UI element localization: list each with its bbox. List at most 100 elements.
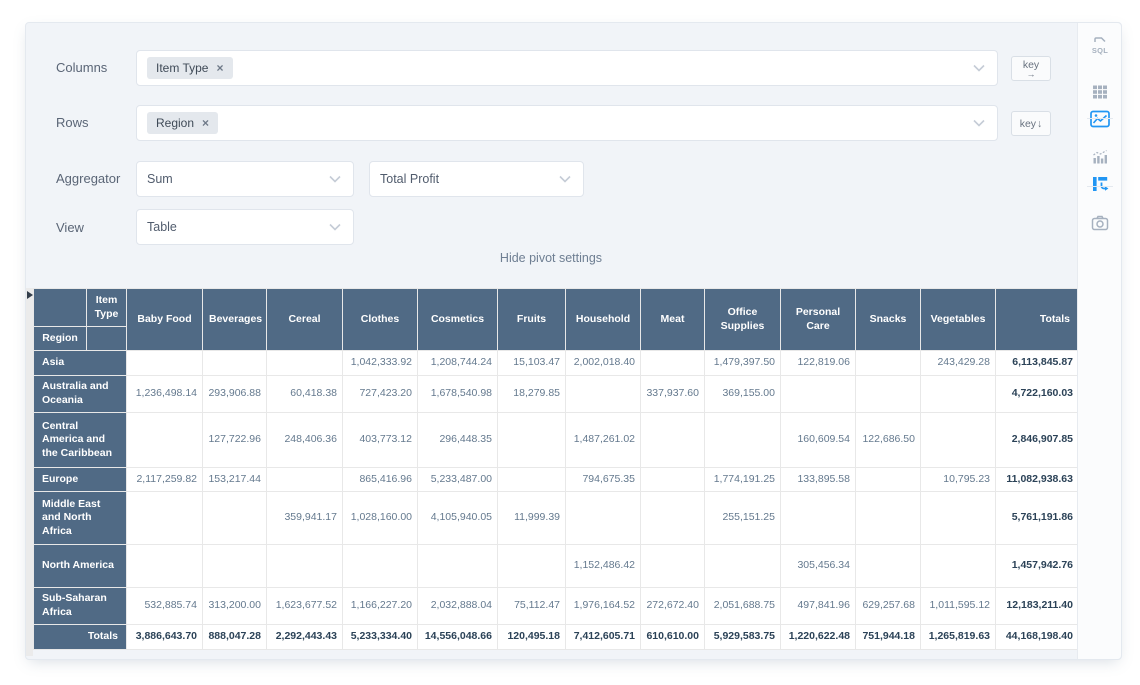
col-header: Fruits xyxy=(498,289,566,351)
pivot-cell: 160,609.54 xyxy=(781,413,856,468)
col-header: Baby Food xyxy=(127,289,203,351)
pivot-cell: 369,155.00 xyxy=(705,376,781,413)
pivot-cell xyxy=(127,351,203,376)
aggregator-select[interactable]: Sum xyxy=(136,161,354,197)
col-header: Cereal xyxy=(267,289,343,351)
pivot-cell xyxy=(498,413,566,468)
view-label: View xyxy=(56,220,84,235)
totals-row-label: Totals xyxy=(34,625,127,650)
table-row: Sub-Saharan Africa532,885.74313,200.001,… xyxy=(34,588,1079,625)
chevron-down-icon xyxy=(329,218,341,236)
row-label: Middle East and North Africa xyxy=(34,492,127,545)
pivot-cell: 122,819.06 xyxy=(781,351,856,376)
pivot-cell: 794,675.35 xyxy=(566,468,641,492)
pivot-cell xyxy=(856,468,921,492)
table-row: Central America and the Caribbean127,722… xyxy=(34,413,1079,468)
rows-select[interactable]: Region × xyxy=(136,105,998,141)
row-label: North America xyxy=(34,545,127,588)
row-label: Central America and the Caribbean xyxy=(34,413,127,468)
pivot-cell xyxy=(641,413,705,468)
columns-label: Columns xyxy=(56,60,107,75)
hide-pivot-settings-link[interactable]: Hide pivot settings xyxy=(26,251,1076,265)
col-total-cell: 120,495.18 xyxy=(498,625,566,650)
pivot-cell xyxy=(856,492,921,545)
col-header: Beverages xyxy=(203,289,267,351)
table-row: Europe2,117,259.82153,217.44865,416.965,… xyxy=(34,468,1079,492)
columns-select[interactable]: Item Type × xyxy=(136,50,998,86)
pivot-cell xyxy=(267,351,343,376)
pivot-cell xyxy=(641,492,705,545)
pivot-cell: 532,885.74 xyxy=(127,588,203,625)
pivot-cell: 1,028,160.00 xyxy=(343,492,418,545)
col-header: Office Supplies xyxy=(705,289,781,351)
col-header: Cosmetics xyxy=(418,289,498,351)
pivot-table-container: Item TypeBaby FoodBeveragesCerealClothes… xyxy=(33,288,1079,650)
table-grid-icon[interactable] xyxy=(1087,80,1113,104)
row-label: Australia and Oceania xyxy=(34,376,127,413)
row-total-cell: 1,457,942.76 xyxy=(996,545,1079,588)
pivot-cell: 2,002,018.40 xyxy=(566,351,641,376)
col-header: Personal Care xyxy=(781,289,856,351)
rows-sort-key-button[interactable]: key ↓ xyxy=(1011,111,1051,136)
pivot-cell: 2,117,259.82 xyxy=(127,468,203,492)
pivot-cell xyxy=(921,376,996,413)
row-label: Europe xyxy=(34,468,127,492)
view-select[interactable]: Table xyxy=(136,209,354,245)
pivot-cell xyxy=(921,492,996,545)
pivot-cell xyxy=(343,545,418,588)
chevron-down-icon xyxy=(329,170,341,188)
pivot-icon[interactable] xyxy=(1087,172,1113,196)
col-header: Clothes xyxy=(343,289,418,351)
pivot-cell: 133,895.58 xyxy=(781,468,856,492)
table-row: North America1,152,486.42305,456.341,457… xyxy=(34,545,1079,588)
pivot-cell xyxy=(641,351,705,376)
pivot-cell: 75,112.47 xyxy=(498,588,566,625)
remove-tag-icon[interactable]: × xyxy=(202,117,209,129)
pivot-cell xyxy=(267,545,343,588)
pivot-cell: 313,200.00 xyxy=(203,588,267,625)
row-total-cell: 5,761,191.86 xyxy=(996,492,1079,545)
col-total-cell: 7,412,605.71 xyxy=(566,625,641,650)
pivot-cell: 1,479,397.50 xyxy=(705,351,781,376)
pivot-cell xyxy=(127,413,203,468)
view-value: Table xyxy=(147,220,177,234)
pivot-cell xyxy=(498,545,566,588)
pivot-cell xyxy=(203,351,267,376)
pivot-cell xyxy=(856,351,921,376)
pivot-cell: 1,774,191.25 xyxy=(705,468,781,492)
aggregator-field-select[interactable]: Total Profit xyxy=(369,161,584,197)
pivot-cell: 15,103.47 xyxy=(498,351,566,376)
pivot-cell xyxy=(498,468,566,492)
col-total-cell: 2,292,443.43 xyxy=(267,625,343,650)
pivot-cell xyxy=(705,545,781,588)
chevron-down-icon xyxy=(559,170,571,188)
pivot-cell: 60,418.38 xyxy=(267,376,343,413)
pivot-cell: 1,236,498.14 xyxy=(127,376,203,413)
col-header: Snacks xyxy=(856,289,921,351)
aggregator-field-value: Total Profit xyxy=(380,172,439,186)
table-row: Australia and Oceania1,236,498.14293,906… xyxy=(34,376,1079,413)
pivot-cell xyxy=(705,413,781,468)
toolbar-divider xyxy=(1087,186,1113,187)
pivot-cell xyxy=(781,492,856,545)
pivot-cell: 1,623,677.52 xyxy=(267,588,343,625)
row-total-cell: 11,082,938.63 xyxy=(996,468,1079,492)
camera-icon[interactable] xyxy=(1087,211,1113,235)
chevron-down-icon xyxy=(973,59,985,77)
rows-tag-region[interactable]: Region × xyxy=(147,112,218,134)
image-chart-icon[interactable] xyxy=(1087,107,1113,131)
pivot-cell: 1,208,744.24 xyxy=(418,351,498,376)
corner-cell xyxy=(34,289,87,327)
columns-tag-item-type[interactable]: Item Type × xyxy=(147,57,233,79)
pivot-cell: 865,416.96 xyxy=(343,468,418,492)
remove-tag-icon[interactable]: × xyxy=(216,62,223,74)
pivot-cell: 293,906.88 xyxy=(203,376,267,413)
pivot-editor-screen: Columns Item Type × key → Rows Region × xyxy=(0,0,1140,685)
pivot-cell: 1,487,261.02 xyxy=(566,413,641,468)
columns-sort-key-button[interactable]: key → xyxy=(1011,56,1051,81)
chart-icon[interactable] xyxy=(1087,145,1113,169)
panel-resize-handle[interactable] xyxy=(26,288,33,656)
aggregator-value: Sum xyxy=(147,172,173,186)
totals-row: Totals3,886,643.70888,047.282,292,443.43… xyxy=(34,625,1079,650)
sql-source-icon[interactable]: SQL xyxy=(1087,34,1113,58)
